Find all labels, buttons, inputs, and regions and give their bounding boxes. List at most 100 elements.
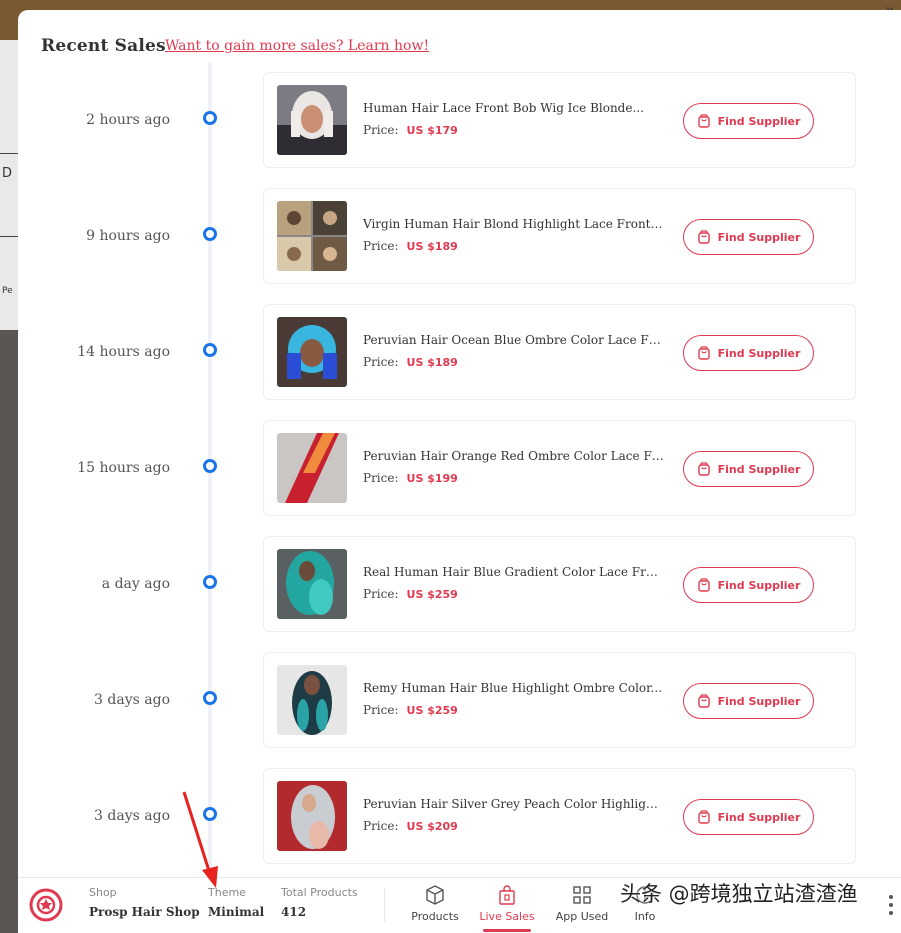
sale-card: Real Human Hair Blue Gradient Color Lace… bbox=[263, 536, 856, 632]
timeline-dot bbox=[203, 343, 217, 357]
sale-time: 2 hours ago bbox=[86, 112, 170, 128]
price-line: Price: US $189 bbox=[363, 239, 458, 253]
shopping-bag-icon bbox=[499, 885, 515, 905]
timeline-dot bbox=[203, 459, 217, 473]
price-line: Price: US $179 bbox=[363, 123, 458, 137]
sale-row: 3 days ago Peruvian Hair Silver Grey Pea… bbox=[18, 768, 901, 884]
find-supplier-button[interactable]: Find Supplier bbox=[683, 335, 814, 371]
sale-row: 9 hours ago Virgin Human Hair Blond High… bbox=[18, 188, 901, 304]
divider bbox=[0, 153, 18, 154]
sale-card: Human Hair Lace Front Bob Wig Ice Blonde… bbox=[263, 72, 856, 168]
bag-icon bbox=[697, 694, 710, 708]
find-supplier-button[interactable]: Find Supplier bbox=[683, 567, 814, 603]
bag-icon bbox=[697, 462, 710, 476]
bag-icon bbox=[697, 114, 710, 128]
price-value: US $189 bbox=[406, 240, 458, 253]
product-title[interactable]: Peruvian Hair Orange Red Ombre Color Lac… bbox=[363, 449, 665, 463]
product-title[interactable]: Real Human Hair Blue Gradient Color Lace… bbox=[363, 565, 665, 579]
divider bbox=[384, 888, 385, 922]
price-label: Price: bbox=[363, 123, 399, 137]
tab-label: Info bbox=[634, 910, 656, 923]
timeline-dot bbox=[203, 227, 217, 241]
price-value: US $209 bbox=[406, 820, 458, 833]
sale-time: 9 hours ago bbox=[86, 228, 170, 244]
background-text-fragment: Pe bbox=[2, 286, 13, 296]
tab-label: App Used bbox=[555, 910, 609, 923]
find-supplier-label: Find Supplier bbox=[717, 578, 801, 592]
product-thumbnail[interactable] bbox=[277, 781, 347, 851]
product-title[interactable]: Peruvian Hair Ocean Blue Ombre Color Lac… bbox=[363, 333, 665, 347]
tab-label: Live Sales bbox=[479, 910, 535, 923]
sale-card: Remy Human Hair Blue Highlight Ombre Col… bbox=[263, 652, 856, 748]
total-products-label: Total Products bbox=[281, 886, 358, 899]
price-line: Price: US $209 bbox=[363, 819, 458, 833]
page-title: Recent Sales bbox=[41, 36, 166, 56]
sale-card: Peruvian Hair Orange Red Ombre Color Lac… bbox=[263, 420, 856, 516]
tab-products[interactable]: Products bbox=[405, 884, 465, 923]
watermark: 头条 @跨境独立站渣渣渔 bbox=[620, 882, 858, 906]
product-title[interactable]: Peruvian Hair Silver Grey Peach Color Hi… bbox=[363, 797, 665, 811]
theme-value: Minimal bbox=[208, 905, 265, 919]
total-products-value: 412 bbox=[281, 905, 307, 919]
find-supplier-button[interactable]: Find Supplier bbox=[683, 799, 814, 835]
find-supplier-button[interactable]: Find Supplier bbox=[683, 451, 814, 487]
background-left-image bbox=[0, 330, 18, 933]
annotation-arrow-icon bbox=[182, 791, 218, 888]
bag-icon bbox=[697, 346, 710, 360]
sale-card: Virgin Human Hair Blond Highlight Lace F… bbox=[263, 188, 856, 284]
theme-info: Theme Minimal bbox=[208, 886, 264, 919]
sale-row: a day ago Real Human Hair Blue Gradient … bbox=[18, 536, 901, 652]
price-line: Price: US $259 bbox=[363, 587, 458, 601]
sales-list: 2 hours ago Human Hair Lace Front Bob Wi… bbox=[18, 72, 901, 884]
find-supplier-button[interactable]: Find Supplier bbox=[683, 103, 814, 139]
sale-row: 2 hours ago Human Hair Lace Front Bob Wi… bbox=[18, 72, 901, 188]
price-value: US $259 bbox=[406, 588, 458, 601]
product-thumbnail[interactable] bbox=[277, 549, 347, 619]
product-thumbnail[interactable] bbox=[277, 317, 347, 387]
product-thumbnail[interactable] bbox=[277, 85, 347, 155]
product-thumbnail[interactable] bbox=[277, 665, 347, 735]
find-supplier-button[interactable]: Find Supplier bbox=[683, 219, 814, 255]
price-label: Price: bbox=[363, 587, 399, 601]
price-line: Price: US $259 bbox=[363, 703, 458, 717]
product-thumbnail[interactable] bbox=[277, 433, 347, 503]
tab-app-used[interactable]: App Used bbox=[552, 884, 612, 923]
sale-card: Peruvian Hair Silver Grey Peach Color Hi… bbox=[263, 768, 856, 864]
background-left-strip: D Pe bbox=[0, 40, 18, 330]
sale-time: 14 hours ago bbox=[77, 344, 170, 360]
total-products-info: Total Products 412 bbox=[281, 886, 358, 919]
bag-icon bbox=[697, 230, 710, 244]
active-tab-indicator bbox=[483, 929, 531, 932]
price-label: Price: bbox=[363, 819, 399, 833]
sale-time: 3 days ago bbox=[94, 692, 170, 708]
product-thumbnail[interactable] bbox=[277, 201, 347, 271]
sale-time: a day ago bbox=[101, 576, 170, 592]
tab-live-sales[interactable]: Live Sales bbox=[477, 884, 537, 923]
find-supplier-button[interactable]: Find Supplier bbox=[683, 683, 814, 719]
panel-header: Recent Sales Want to gain more sales? Le… bbox=[18, 10, 901, 72]
learn-more-link[interactable]: Want to gain more sales? Learn how! bbox=[165, 38, 429, 54]
price-line: Price: US $189 bbox=[363, 355, 458, 369]
recent-sales-panel: Recent Sales Want to gain more sales? Le… bbox=[18, 10, 901, 933]
cube-icon bbox=[426, 885, 444, 905]
shop-info: Shop Prosp Hair Shop bbox=[89, 886, 200, 919]
price-value: US $179 bbox=[406, 124, 458, 137]
product-title[interactable]: Virgin Human Hair Blond Highlight Lace F… bbox=[363, 217, 665, 231]
divider bbox=[0, 236, 18, 237]
find-supplier-label: Find Supplier bbox=[717, 230, 801, 244]
grid-icon bbox=[573, 886, 591, 904]
logo-icon[interactable] bbox=[29, 888, 63, 922]
product-title[interactable]: Remy Human Hair Blue Highlight Ombre Col… bbox=[363, 681, 665, 695]
price-label: Price: bbox=[363, 703, 399, 717]
price-value: US $199 bbox=[406, 472, 458, 485]
timeline-dot bbox=[203, 691, 217, 705]
timeline-dot bbox=[203, 575, 217, 589]
product-title[interactable]: Human Hair Lace Front Bob Wig Ice Blonde… bbox=[363, 101, 665, 115]
price-label: Price: bbox=[363, 471, 399, 485]
more-vertical-icon[interactable] bbox=[888, 892, 894, 918]
find-supplier-label: Find Supplier bbox=[717, 462, 801, 476]
sale-time: 3 days ago bbox=[94, 808, 170, 824]
sale-row: 15 hours ago Peruvian Hair Orange Red Om… bbox=[18, 420, 901, 536]
timeline-dot bbox=[203, 111, 217, 125]
shop-value: Prosp Hair Shop bbox=[89, 905, 200, 919]
